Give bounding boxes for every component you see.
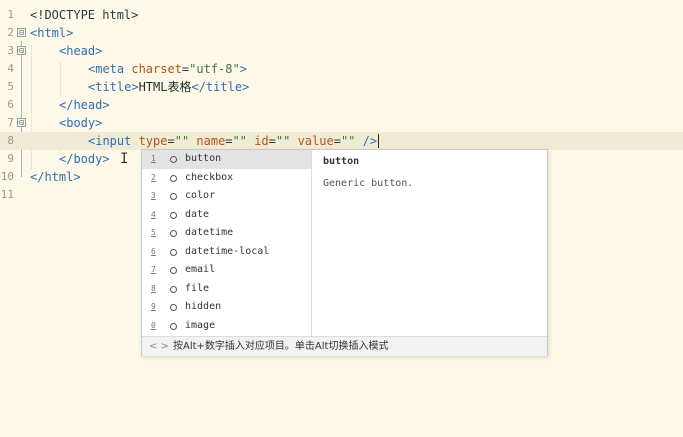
code-line-8-current[interactable]: 8 <input type="" name="" id="" value="" … <box>0 132 683 150</box>
suggestion-list[interactable]: 1 button 2 checkbox 3 color 4 date 5 dat… <box>142 150 311 336</box>
suggestion-label: hidden <box>185 301 222 312</box>
suggestion-index: 1 <box>151 154 156 163</box>
code-text: <meta charset="utf-8"> <box>88 62 247 76</box>
code-text: </head> <box>59 98 110 112</box>
attribute-value-icon <box>170 248 177 256</box>
line-number: 1 <box>7 8 14 21</box>
code-text: <html> <box>30 26 74 40</box>
line-number: 6 <box>7 98 14 111</box>
code-text: </body> <box>59 152 110 166</box>
line-number: 5 <box>7 80 14 93</box>
attribute-value-icon <box>170 285 177 293</box>
line-number: 11 <box>0 188 14 201</box>
line-number: 4 <box>7 62 14 75</box>
attribute-value-icon <box>170 193 177 200</box>
line-number: 2 <box>7 26 14 39</box>
detail-title: button <box>323 156 360 167</box>
suggestion-label: datetime <box>185 227 234 238</box>
suggestion-index: 0 <box>151 320 156 330</box>
mouse-ibeam-cursor-icon: I <box>120 151 129 167</box>
code-line-3[interactable]: 3 ⊟ <head> <box>0 42 683 60</box>
line-number: 8 <box>7 134 14 147</box>
footer-hint: 按Alt+数字插入对应项目。单击Alt切换插入模式 <box>173 341 389 352</box>
suggestion-label: image <box>185 319 216 331</box>
suggestion-index: 9 <box>151 302 156 311</box>
code-text: <!DOCTYPE html> <box>30 8 139 22</box>
code-line-5[interactable]: 5 <title>HTML表格</title> <box>0 78 683 96</box>
suggestion-index: 2 <box>151 172 156 182</box>
code-text: <title>HTML表格</title> <box>88 80 250 94</box>
code-line-2[interactable]: 2 ⊟ <html> <box>0 24 683 42</box>
suggestion-label: checkbox <box>185 171 234 183</box>
code-line-4[interactable]: 4 <meta charset="utf-8"> <box>0 60 683 78</box>
attribute-value-icon <box>170 156 177 163</box>
attribute-value-icon <box>170 304 177 311</box>
suggestion-label: button <box>185 153 222 164</box>
suggestion-index: 4 <box>151 209 156 219</box>
suggestion-item-file[interactable]: 8 file <box>142 280 311 299</box>
attribute-value-icon <box>170 322 177 330</box>
suggestion-index: 3 <box>151 191 156 200</box>
suggestion-index: 7 <box>151 265 156 274</box>
code-line-1[interactable]: 1 <!DOCTYPE html> <box>0 6 683 24</box>
fold-toggle-icon[interactable]: ⊟ <box>17 28 26 37</box>
fold-toggle-icon[interactable]: ⊟ <box>17 118 26 127</box>
suggestion-index: 5 <box>151 228 156 237</box>
suggestion-item-email[interactable]: 7 email <box>142 261 311 280</box>
attribute-value-icon <box>170 230 177 237</box>
suggestion-item-button[interactable]: 1 button <box>142 150 311 169</box>
code-text: <input type="" name="" id="" value="" /> <box>88 134 378 148</box>
suggestion-item-datetime-local[interactable]: 6 datetime-local <box>142 243 311 262</box>
fold-toggle-icon[interactable]: ⊟ <box>17 46 26 55</box>
code-text: <body> <box>59 116 103 130</box>
line-number: 9 <box>7 152 14 165</box>
attribute-value-icon <box>170 174 177 182</box>
suggestion-item-color[interactable]: 3 color <box>142 187 311 206</box>
suggestion-index: 8 <box>151 283 156 293</box>
suggestion-label: color <box>185 190 216 201</box>
suggestion-item-datetime[interactable]: 5 datetime <box>142 224 311 243</box>
line-number: 7 <box>7 116 14 129</box>
attribute-value-icon <box>170 267 177 274</box>
suggestion-label: file <box>185 282 210 294</box>
page-nav-arrows[interactable]: < > <box>149 337 169 356</box>
text-caret <box>378 134 379 148</box>
line-number: 3 <box>7 44 14 57</box>
code-line-7[interactable]: 7 ⊟ <body> <box>0 114 683 132</box>
autocomplete-popup: 1 button 2 checkbox 3 color 4 date 5 dat… <box>141 149 548 356</box>
suggestion-index: 6 <box>151 246 156 256</box>
code-line-6[interactable]: 6 </head> <box>0 96 683 114</box>
popup-footer: < > 按Alt+数字插入对应项目。单击Alt切换插入模式 <box>142 336 547 356</box>
suggestion-item-image[interactable]: 0 image <box>142 317 311 336</box>
suggestion-label: date <box>185 208 210 220</box>
suggestion-item-checkbox[interactable]: 2 checkbox <box>142 169 311 188</box>
line-number: 10 <box>0 170 14 183</box>
attribute-value-icon <box>170 211 177 219</box>
suggestion-item-hidden[interactable]: 9 hidden <box>142 298 311 317</box>
suggestion-label: datetime-local <box>185 245 270 257</box>
code-text: </html> <box>30 170 81 184</box>
suggestion-detail-panel: button Generic button. <box>312 150 547 336</box>
code-text: <head> <box>59 44 103 58</box>
suggestion-label: email <box>185 264 216 275</box>
detail-description: Generic button. <box>323 178 414 189</box>
suggestion-item-date[interactable]: 4 date <box>142 206 311 225</box>
